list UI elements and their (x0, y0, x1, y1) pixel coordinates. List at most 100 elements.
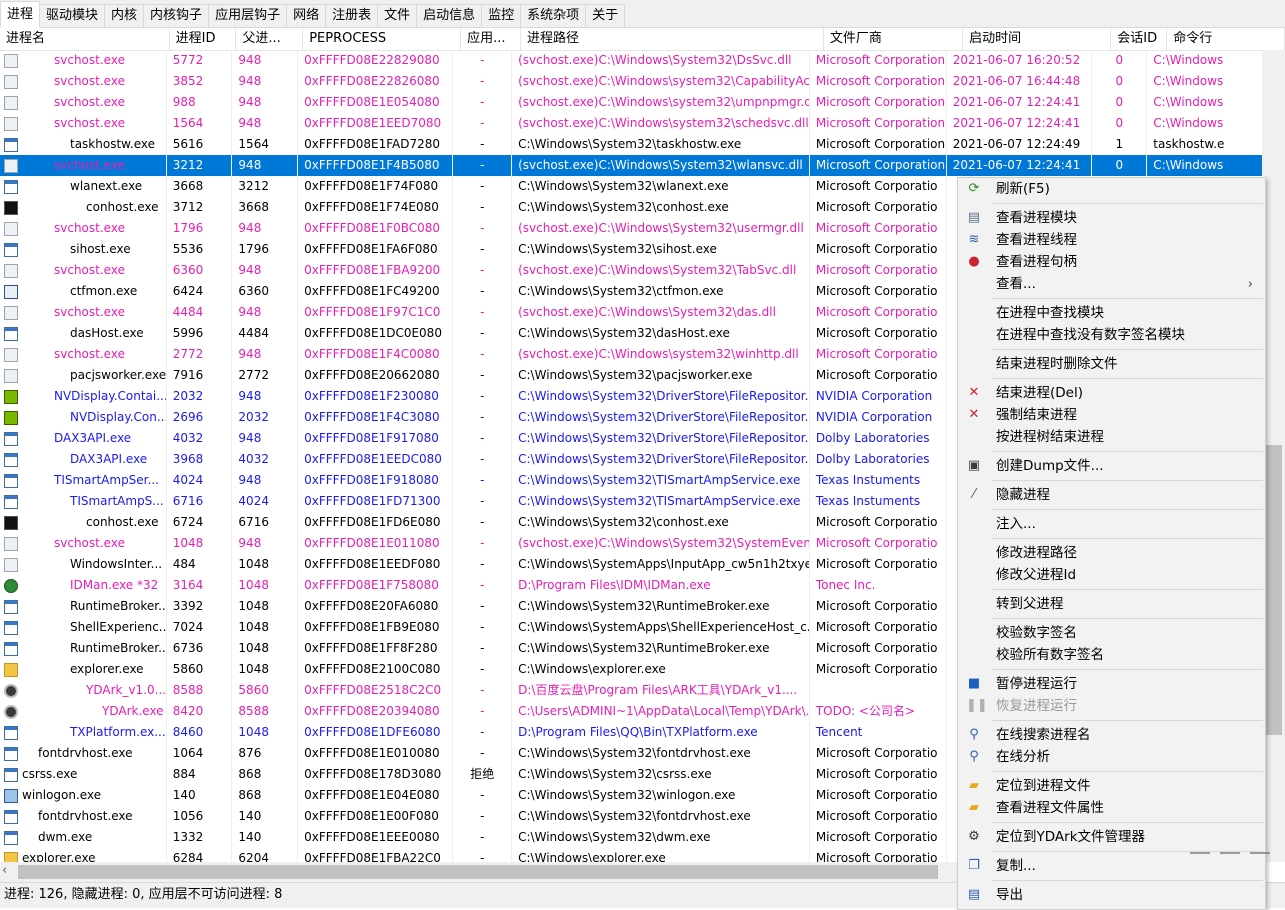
menu-item-7[interactable]: 在进程中查找模块 (958, 302, 1265, 324)
process-name: pacjsworker.exe (70, 368, 167, 382)
menu-item-30[interactable]: ■ 暂停进程运行 (958, 673, 1265, 695)
cell-ep: 0xFFFFD08E1F918080 (298, 470, 454, 491)
menu-item-41[interactable]: ❐ 复制... (958, 855, 1265, 877)
table-row[interactable]: svchost.exe 5772 948 0xFFFFD08E22829080- (sv… (0, 50, 1263, 71)
column-header-7[interactable]: 启动时间 (963, 28, 1112, 50)
menu-item-27[interactable]: 校验数字签名 (958, 622, 1265, 644)
column-header-5[interactable]: 进程路径 (521, 28, 824, 50)
tab-2[interactable]: 内核 (104, 4, 145, 27)
cell-vendor: NVIDIA Corporation (810, 386, 947, 407)
cell-app: - (453, 365, 513, 386)
cell-ppid: 8588 (232, 701, 299, 722)
column-header-4[interactable]: 应用... (461, 28, 521, 50)
process-name: svchost.exe (54, 305, 125, 319)
menu-item-28[interactable]: 校验所有数字签名 (958, 644, 1265, 666)
tab-7[interactable]: 文件 (377, 4, 418, 27)
cell-ppid: 4032 (232, 449, 299, 470)
column-header-2[interactable]: 父进... (236, 28, 304, 50)
window-icon (4, 788, 18, 803)
menu-item-22[interactable]: 修改进程路径 (958, 542, 1265, 564)
cell-path: C:\Windows\System32\RuntimeBroker.exe (512, 596, 810, 617)
column-header-8[interactable]: 会话ID (1111, 28, 1168, 50)
tab-4[interactable]: 应用层钩子 (208, 4, 288, 27)
cell-name: svchost.exe (0, 218, 167, 239)
cell-ppid: 1048 (232, 575, 299, 596)
menu-item-10[interactable]: 结束进程时删除文件 (958, 353, 1265, 375)
tab-11[interactable]: 关于 (585, 4, 626, 27)
menu-item-25[interactable]: 转到父进程 (958, 593, 1265, 615)
menu-item-14[interactable]: 按进程树结束进程 (958, 426, 1265, 448)
menu-item-31[interactable]: ❚❚ 恢复进程运行 (958, 695, 1265, 717)
menu-item-36[interactable]: ▰ 定位到进程文件 (958, 775, 1265, 797)
menu-item-13[interactable]: ✕ 强制结束进程 (958, 404, 1265, 426)
menu-item-5[interactable]: 查看... › (958, 273, 1265, 295)
cell-ppid: 948 (232, 155, 299, 176)
scroll-left-icon[interactable]: ‹ (2, 863, 7, 878)
table-row[interactable]: svchost.exe 1564 948 0xFFFFD08E1EED7080- (sv… (0, 113, 1263, 134)
vertical-scroll-thumb[interactable] (1266, 445, 1282, 735)
cell-ppid: 1048 (232, 596, 299, 617)
table-row[interactable]: taskhostw.exe 5616 1564 0xFFFFD08E1FAD7280-… (0, 134, 1263, 155)
column-header-1[interactable]: 进程ID (170, 28, 237, 50)
tab-5[interactable]: 网络 (286, 4, 327, 27)
cell-app: - (453, 260, 513, 281)
cell-ppid: 2772 (232, 365, 299, 386)
menu-item-23[interactable]: 修改父进程Id (958, 564, 1265, 586)
cell-vendor: Microsoft Corporatio (810, 197, 947, 218)
menu-item-label: 创建Dump文件... (996, 458, 1104, 474)
column-header-3[interactable]: PEPROCESS (303, 28, 462, 50)
tab-1[interactable]: 驱动模块 (39, 4, 106, 27)
cell-ep: 0xFFFFD08E1F0BC080 (298, 218, 454, 239)
menu-item-16[interactable]: ▣ 创建Dump文件... (958, 455, 1265, 477)
menu-item-39[interactable]: ⚙ 定位到YDArk文件管理器 (958, 826, 1265, 848)
menu-item-12[interactable]: ✕ 结束进程(Del) (958, 382, 1265, 404)
cell-pid: 5860 (167, 659, 233, 680)
menu-item-20[interactable]: 注入... (958, 513, 1265, 535)
cell-vendor: Microsoft Corporation (810, 71, 947, 92)
horizontal-scroll-thumb[interactable] (18, 865, 938, 879)
column-header-0[interactable]: 进程名 (0, 28, 170, 50)
cell-path: (svchost.exe)C:\Windows\System32\TabSvc.… (512, 260, 810, 281)
tab-0[interactable]: 进程 (0, 1, 41, 28)
cell-name: svchost.exe (0, 71, 167, 92)
menu-item-37[interactable]: ▰ 查看进程文件属性 (958, 797, 1265, 819)
cell-ep: 0xFFFFD08E1EEE0080 (298, 827, 454, 848)
tab-10[interactable]: 系统杂项 (520, 4, 587, 27)
cell-name: csrss.exe (0, 764, 167, 785)
table-row[interactable]: svchost.exe 988 948 0xFFFFD08E1E054080- (svc… (0, 92, 1263, 113)
tab-8[interactable]: 启动信息 (416, 4, 483, 27)
cell-name: taskhostw.exe (0, 134, 167, 155)
cell-app: - (453, 743, 513, 764)
menu-item-33[interactable]: ⚲ 在线搜索进程名 (958, 724, 1265, 746)
cell-app: - (453, 638, 513, 659)
tab-9[interactable]: 监控 (481, 4, 522, 27)
cell-vendor: Microsoft Corporatio (810, 743, 947, 764)
menu-item-4[interactable]: ● 查看进程句柄 (958, 251, 1265, 273)
menu-item-43[interactable]: ▤ 导出 (958, 884, 1265, 906)
cell-name: pacjsworker.exe (0, 365, 167, 386)
cell-pid: 3712 (167, 197, 233, 218)
column-header-9[interactable]: 命令行 (1167, 28, 1285, 50)
column-header-6[interactable]: 文件厂商 (824, 28, 964, 50)
table-row[interactable]: svchost.exe 3212 948 0xFFFFD08E1F4B5080- (sv… (0, 155, 1263, 176)
cell-app: - (453, 701, 513, 722)
menu-item-8[interactable]: 在进程中查找没有数字签名模块 (958, 324, 1265, 346)
cell-path: D:\Program Files\IDM\IDMan.exe (512, 575, 810, 596)
vertical-scrollbar[interactable] (1263, 50, 1285, 862)
process-name: ShellExperienc... (70, 620, 167, 634)
cell-ppid: 948 (232, 470, 299, 491)
menu-item-3[interactable]: ≋ 查看进程线程 (958, 229, 1265, 251)
menu-separator (992, 669, 1263, 670)
menu-item-34[interactable]: ⚲ 在线分析 (958, 746, 1265, 768)
menu-item-0[interactable]: ⟳ 刷新(F5) (958, 178, 1265, 200)
menu-item-2[interactable]: ▤ 查看进程模块 (958, 207, 1265, 229)
table-row[interactable]: svchost.exe 3852 948 0xFFFFD08E22826080- (sv… (0, 71, 1263, 92)
cell-app: - (453, 449, 513, 470)
cell-ppid: 6716 (232, 512, 299, 533)
process-name: svchost.exe (54, 53, 125, 67)
tab-6[interactable]: 注册表 (325, 4, 379, 27)
tab-3[interactable]: 内核钩子 (143, 4, 210, 27)
menu-item-18[interactable]: ⁄ 隐藏进程 (958, 484, 1265, 506)
cell-path: C:\Windows\SystemApps\ShellExperienceHos… (512, 617, 810, 638)
cell-path: C:\Windows\System32\conhost.exe (512, 197, 810, 218)
